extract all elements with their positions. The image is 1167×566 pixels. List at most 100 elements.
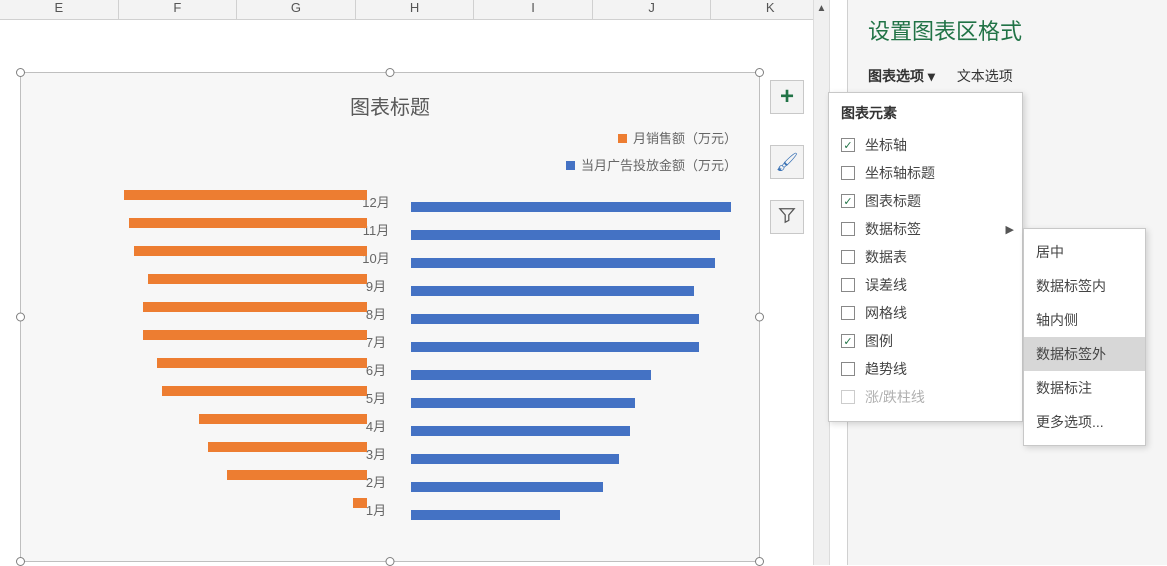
col-header-g[interactable]: G [237,0,356,19]
menu-item[interactable]: 数据表 [829,243,1022,271]
bar-series1[interactable] [227,470,367,480]
submenu-item[interactable]: 轴内侧 [1024,303,1145,337]
caret-right-icon: ▶ [1006,223,1014,236]
bar-series1[interactable] [124,190,367,200]
tab-text-options[interactable]: 文本选项 [957,68,1013,84]
bar-series2[interactable] [411,398,635,408]
col-header-h[interactable]: H [356,0,475,19]
col-header-f[interactable]: F [119,0,238,19]
bar-series1[interactable] [143,302,367,312]
menu-item-label: 坐标轴 [865,135,907,155]
menu-item-label: 趋势线 [865,359,907,379]
chart-elements-button[interactable]: + [770,80,804,114]
panel-tabs: 图表选项 ▾ 文本选项 [868,66,1167,86]
bar-series1[interactable] [157,358,367,368]
bar-row: 3月 [21,440,759,468]
bar-series2[interactable] [411,202,731,212]
col-header-e[interactable]: E [0,0,119,19]
scroll-up-icon[interactable]: ▲ [814,0,829,17]
bar-series1[interactable] [208,442,367,452]
bar-row: 7月 [21,328,759,356]
col-header-i[interactable]: I [474,0,593,19]
menu-title: 图表元素 [829,101,1022,131]
submenu-item[interactable]: 居中 [1024,235,1145,269]
col-header-j[interactable]: J [593,0,712,19]
bar-series2[interactable] [411,482,603,492]
chart-title[interactable]: 图表标题 [21,91,759,120]
menu-item[interactable]: 坐标轴标题 [829,159,1022,187]
resize-handle[interactable] [386,68,395,77]
bar-series1[interactable] [162,386,367,396]
checkbox-icon: ✓ [841,334,855,348]
checkbox-icon [841,278,855,292]
bar-series2[interactable] [411,286,694,296]
column-headers: E F G H I J K [0,0,830,20]
submenu-item[interactable]: 数据标签内 [1024,269,1145,303]
menu-item[interactable]: ✓ 图例 [829,327,1022,355]
checkbox-icon [841,362,855,376]
chart-legend[interactable]: 月销售额（万元） 当月广告投放金额（万元） [21,128,759,174]
submenu-item[interactable]: 数据标注 [1024,371,1145,405]
funnel-icon [778,206,796,229]
menu-item-label: 坐标轴标题 [865,163,935,183]
menu-item-label: 图例 [865,331,893,351]
chart-object[interactable]: 图表标题 月销售额（万元） 当月广告投放金额（万元） 12月11月10月9月8月… [20,72,760,562]
bar-row: 2月 [21,468,759,496]
bar-series1[interactable] [129,218,367,228]
bar-series2[interactable] [411,370,651,380]
chart-styles-button[interactable]: 🖌 [770,145,804,179]
checkbox-icon [841,306,855,320]
bar-series2[interactable] [411,230,720,240]
submenu-item[interactable]: 更多选项... [1024,405,1145,439]
menu-item[interactable]: 误差线 [829,271,1022,299]
submenu-item[interactable]: 数据标签外 [1024,337,1145,371]
chart-elements-menu: 图表元素 ✓ 坐标轴坐标轴标题 ✓ 图表标题数据标签 ▶ 数据表误差线网格线 ✓ 图例趋势线涨… [828,92,1023,422]
bar-series1[interactable] [143,330,367,340]
chart-filters-button[interactable] [770,200,804,234]
bar-series2[interactable] [411,510,560,520]
checkbox-icon: ✓ [841,194,855,208]
plot-area[interactable]: 12月11月10月9月8月7月6月5月4月3月2月1月 [21,188,759,548]
bar-row: 4月 [21,412,759,440]
bar-row: 12月 [21,188,759,216]
plus-icon: + [780,83,794,111]
menu-item[interactable]: ✓ 坐标轴 [829,131,1022,159]
bar-series2[interactable] [411,314,699,324]
menu-item[interactable]: 网格线 [829,299,1022,327]
menu-item-label: 涨/跌柱线 [865,387,925,407]
checkbox-icon [841,250,855,264]
legend-label: 当月广告投放金额（万元） [581,158,737,173]
bar-row: 6月 [21,356,759,384]
menu-item-label: 误差线 [865,275,907,295]
checkbox-icon [841,390,855,404]
bar-row: 10月 [21,244,759,272]
bar-row: 8月 [21,300,759,328]
bar-series2[interactable] [411,342,699,352]
menu-item[interactable]: 趋势线 [829,355,1022,383]
legend-swatch-icon [618,134,627,143]
bar-series2[interactable] [411,258,715,268]
menu-item: 涨/跌柱线 [829,383,1022,411]
menu-item-label: 网格线 [865,303,907,323]
bar-row: 11月 [21,216,759,244]
bar-series2[interactable] [411,454,619,464]
tab-chart-options[interactable]: 图表选项 ▾ [868,68,935,84]
resize-handle[interactable] [16,68,25,77]
bar-series2[interactable] [411,426,630,436]
data-label-submenu: 居中数据标签内轴内侧数据标签外数据标注更多选项... [1023,228,1146,446]
menu-item[interactable]: 数据标签 ▶ [829,215,1022,243]
bar-row: 9月 [21,272,759,300]
bar-series1[interactable] [353,498,367,508]
menu-item-label: 图表标题 [865,191,921,211]
checkbox-icon: ✓ [841,138,855,152]
bar-series1[interactable] [199,414,367,424]
resize-handle[interactable] [755,68,764,77]
bar-series1[interactable] [134,246,367,256]
bar-row: 1月 [21,496,759,524]
menu-item-label: 数据标签 [865,219,921,239]
paintbrush-icon: 🖌 [776,152,799,173]
bar-series1[interactable] [148,274,367,284]
menu-item-label: 数据表 [865,247,907,267]
menu-item[interactable]: ✓ 图表标题 [829,187,1022,215]
bar-row: 5月 [21,384,759,412]
